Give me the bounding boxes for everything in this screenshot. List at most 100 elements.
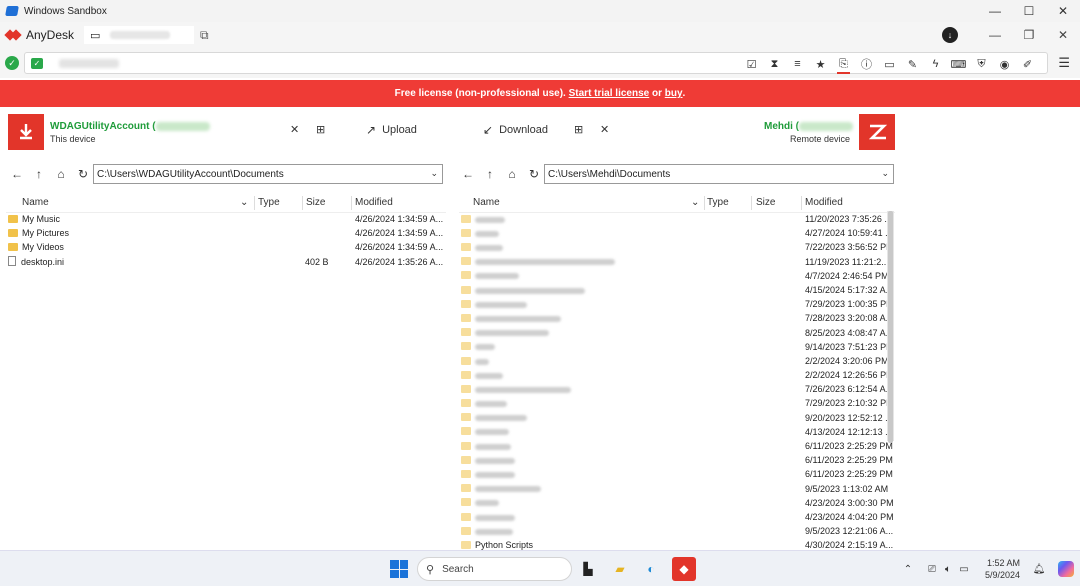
local-file-row[interactable]: My Music 4/26/2024 1:34:59 A... [8, 213, 444, 227]
remote-file-row[interactable]: 9/20/2023 12:52:12 ... [461, 412, 893, 426]
remote-up-icon[interactable]: ↑ [479, 167, 501, 181]
remote-file-row[interactable]: 2/2/2024 12:26:56 PM [461, 369, 894, 383]
file-transfer-icon[interactable]: ⎘ [832, 53, 855, 75]
remote-file-row[interactable]: 4/13/2024 12:12:13 ... [461, 426, 893, 440]
upload-button[interactable]: ↗ Upload [366, 123, 417, 137]
remote-file-row[interactable]: 2/2/2024 3:20:06 PM [461, 355, 889, 369]
remote-file-row[interactable]: 11/19/2023 11:21:2... [461, 256, 889, 270]
whiteboard-icon[interactable]: ✐ [1016, 53, 1039, 75]
maximize-button[interactable]: ☐ [1012, 0, 1046, 22]
up-icon[interactable]: ↑ [28, 167, 50, 181]
new-session-icon[interactable]: ⧉ [200, 28, 209, 43]
remote-file-row[interactable]: 6/11/2023 2:25:29 PM [461, 440, 893, 454]
hourglass-icon[interactable]: ⧗ [763, 53, 786, 75]
back-icon[interactable]: ← [6, 167, 28, 181]
remote-file-row[interactable]: 4/27/2024 10:59:41 ... [461, 227, 893, 241]
remote-file-row[interactable]: 9/5/2023 12:21:06 A... [461, 525, 893, 539]
remote-scrollbar-thumb[interactable] [888, 211, 893, 443]
local-device-name: WDAGUtilityAccount ( [50, 121, 210, 132]
edge-icon[interactable]: ◐ [641, 559, 661, 579]
download-button[interactable]: ↙ Download [483, 123, 548, 137]
col-modified[interactable]: Modified [355, 197, 393, 208]
home-icon[interactable]: ⌂ [50, 167, 72, 181]
remote-sort-chevron-icon[interactable]: ⌄ [691, 197, 699, 208]
remote-home-icon[interactable]: ⌂ [501, 167, 523, 181]
local-file-row[interactable]: My Pictures 4/26/2024 1:34:59 A... [8, 227, 444, 241]
sort-chevron-icon[interactable]: ⌄ [240, 197, 248, 208]
remote-file-row[interactable]: 9/5/2023 1:13:02 AM [461, 483, 889, 497]
clock[interactable]: 1:52 AM 5/9/2024 [985, 557, 1020, 581]
buy-link[interactable]: buy [665, 88, 683, 99]
close-button[interactable]: ✕ [1046, 0, 1080, 22]
remote-new-folder-icon[interactable]: ⊞ [574, 123, 583, 136]
remote-close-icon[interactable]: ✕ [600, 123, 609, 136]
remote-file-row[interactable]: 6/11/2023 2:25:29 PM [461, 454, 893, 468]
file-explorer-icon[interactable]: ▰ [610, 559, 630, 579]
remote-file-row[interactable]: 4/23/2024 3:00:30 PM [461, 497, 894, 511]
task-view-icon[interactable]: ▙ [578, 559, 598, 579]
col-size[interactable]: Size [306, 197, 325, 208]
copilot-icon[interactable] [1058, 561, 1074, 577]
refresh-icon[interactable]: ↻ [72, 167, 94, 181]
remote-file-row[interactable]: 7/29/2023 2:10:32 PM [461, 397, 894, 411]
star-icon[interactable]: ★ [809, 53, 832, 75]
remote-back-icon[interactable]: ← [457, 167, 479, 181]
local-new-folder-icon[interactable]: ⊞ [316, 123, 325, 136]
display-icon[interactable]: ▭ [878, 53, 901, 75]
remote-file-row[interactable]: 4/23/2024 4:04:20 PM [461, 511, 894, 525]
taskbar-search[interactable]: ⚲ Search [417, 557, 572, 581]
remote-file-name-blurred [475, 216, 505, 223]
local-close-icon[interactable]: ✕ [290, 123, 299, 136]
record-icon[interactable]: ◉ [993, 53, 1016, 75]
chevron-up-icon[interactable]: ⌃ [901, 564, 915, 575]
remote-chevron-down-icon[interactable]: ⌄ [881, 168, 889, 179]
remote-col-type[interactable]: Type [707, 197, 729, 208]
remote-file-row[interactable]: 7/28/2023 3:20:08 A... [461, 312, 893, 326]
remote-col-size[interactable]: Size [756, 197, 775, 208]
remote-file-row[interactable]: 11/20/2023 7:35:26 ... [461, 213, 892, 227]
remote-scrollbar[interactable] [887, 211, 894, 443]
minimize-button[interactable]: — [978, 0, 1012, 22]
start-trial-link[interactable]: Start trial license [569, 88, 650, 99]
remote-file-row[interactable]: 7/29/2023 1:00:35 PM [461, 298, 894, 312]
remote-path-input[interactable]: C:\Users\Mehdi\Documents ⌄ [544, 164, 894, 184]
start-button[interactable] [390, 560, 408, 578]
accept-icon[interactable]: ☑ [740, 53, 763, 75]
volume-icon[interactable]: 🔈︎ [941, 564, 955, 575]
remote-col-name[interactable]: Name [473, 197, 500, 208]
chevron-down-icon[interactable]: ⌄ [430, 168, 438, 179]
remote-file-row[interactable]: 7/26/2023 6:12:54 A... [461, 383, 893, 397]
remote-col-modified[interactable]: Modified [805, 197, 843, 208]
keyboard-icon[interactable]: ⌨ [947, 53, 970, 75]
chat-icon[interactable]: ✎ [901, 53, 924, 75]
remote-file-row[interactable]: 8/25/2023 4:08:47 A... [461, 327, 893, 341]
battery-icon[interactable]: ▭ [957, 564, 971, 575]
anydesk-restore-button[interactable]: ❐ [1012, 28, 1046, 42]
anydesk-taskbar-icon[interactable]: ◆ [672, 557, 696, 581]
remote-refresh-icon[interactable]: ↻ [523, 167, 545, 181]
remote-file-row[interactable]: 9/14/2023 7:51:23 PM [461, 341, 894, 355]
local-file-row[interactable]: desktop.ini 402 B 4/26/2024 1:35:26 A... [8, 256, 444, 270]
remote-file-row[interactable]: 4/15/2024 5:17:32 A... [461, 284, 893, 298]
local-path-input[interactable]: C:\Users\WDAGUtilityAccount\Documents ⌄ [93, 164, 443, 184]
anydesk-minimize-button[interactable]: — [978, 28, 1012, 42]
download-indicator-icon[interactable]: ↓ [942, 27, 958, 43]
actions-icon[interactable]: ϟ [924, 53, 947, 75]
anydesk-close-button[interactable]: ✕ [1046, 28, 1080, 42]
session-tab[interactable]: ▭ [84, 26, 195, 44]
anydesk-logo[interactable]: AnyDesk [6, 28, 74, 42]
remote-file-row[interactable]: 6/11/2023 2:25:29 PM [461, 468, 893, 482]
notification-bell-icon[interactable]: 🔔︎ [1032, 564, 1046, 575]
privacy-icon[interactable]: ⛨ [970, 53, 993, 75]
col-type[interactable]: Type [258, 197, 280, 208]
network-icon[interactable]: ⎚ [925, 564, 939, 575]
col-name[interactable]: Name [22, 197, 49, 208]
hamburger-menu-icon[interactable]: ☰ [1058, 55, 1070, 71]
remote-file-row[interactable]: 7/22/2023 3:56:52 PM [461, 241, 894, 255]
info-icon[interactable]: ⓘ [855, 53, 878, 75]
local-file-row[interactable]: My Videos 4/26/2024 1:34:59 A... [8, 241, 444, 255]
remote-file-name [461, 299, 527, 309]
remote-file-row[interactable]: 4/7/2024 2:46:54 PM [461, 270, 889, 284]
database-icon[interactable]: ≡ [786, 53, 809, 75]
remote-address-field[interactable]: ✓ ☑ ⧗ ≡ ★ ⎘ ⓘ ▭ ✎ ϟ ⌨ ⛨ ◉ ✐ [24, 52, 1048, 74]
